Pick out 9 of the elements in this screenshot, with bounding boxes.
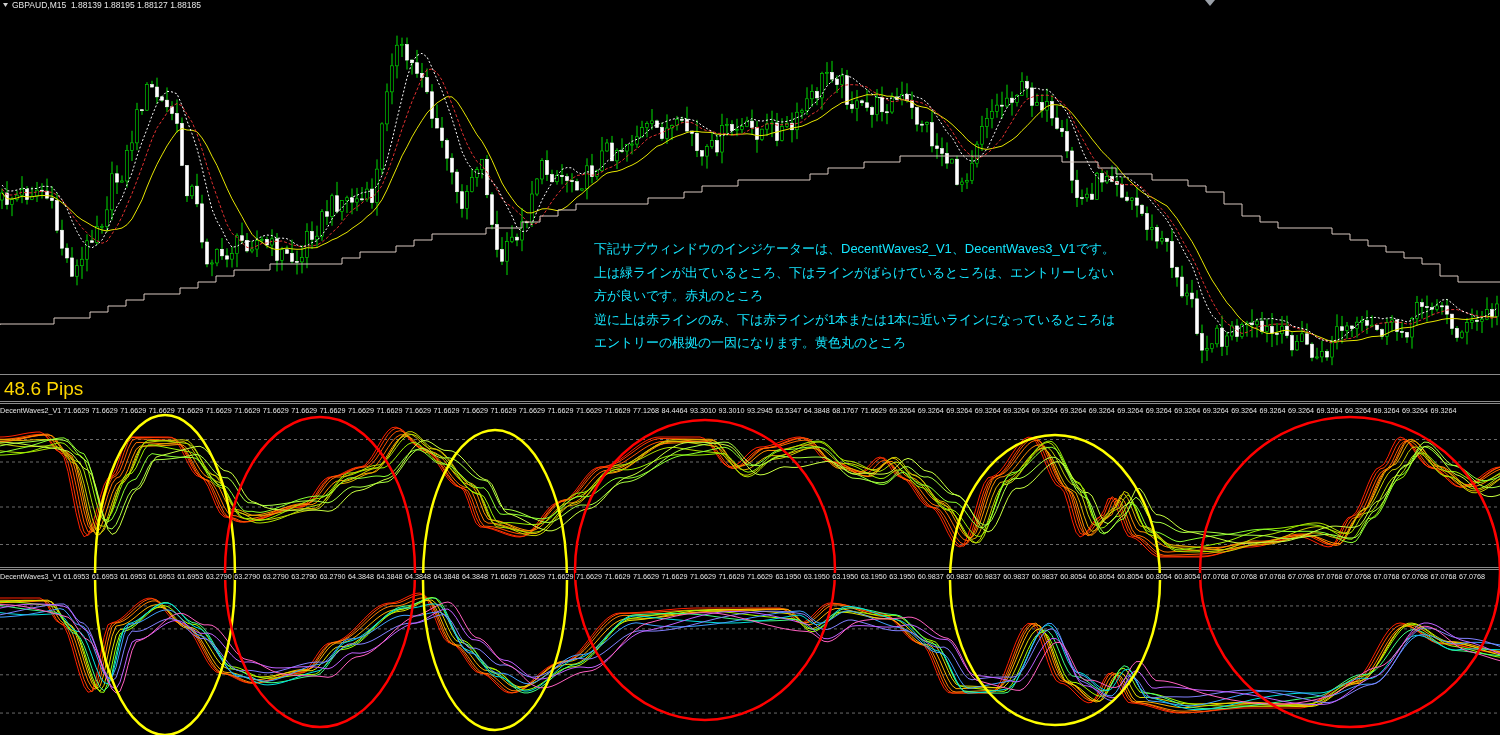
dropdown-triangle-icon[interactable] xyxy=(3,3,8,8)
symbol-header: GBPAUD,M15 1.88139 1.88195 1.88127 1.88185 xyxy=(12,1,201,10)
annotation-line: 下記サブウィンドウのインジケーターは、DecentWaves2_V1、DecentWaves3_V1です。 xyxy=(594,240,1116,258)
annotation-line: 上は緑ラインが出ているところ、下はラインがばらけているところは、エントリーしない xyxy=(594,263,1115,282)
scroll-marker-icon xyxy=(1205,0,1215,6)
annotation-line: エントリーの根拠の一因になります。黄色丸のところ xyxy=(594,334,907,352)
annotation-line: 逆に上は赤ラインのみ、下は赤ラインが1本または1本に近いラインになっているところは xyxy=(594,310,1116,329)
annotation-line: 方が良いです。赤丸のところ xyxy=(594,287,764,305)
pips-label: 48.6 Pips xyxy=(4,378,84,398)
